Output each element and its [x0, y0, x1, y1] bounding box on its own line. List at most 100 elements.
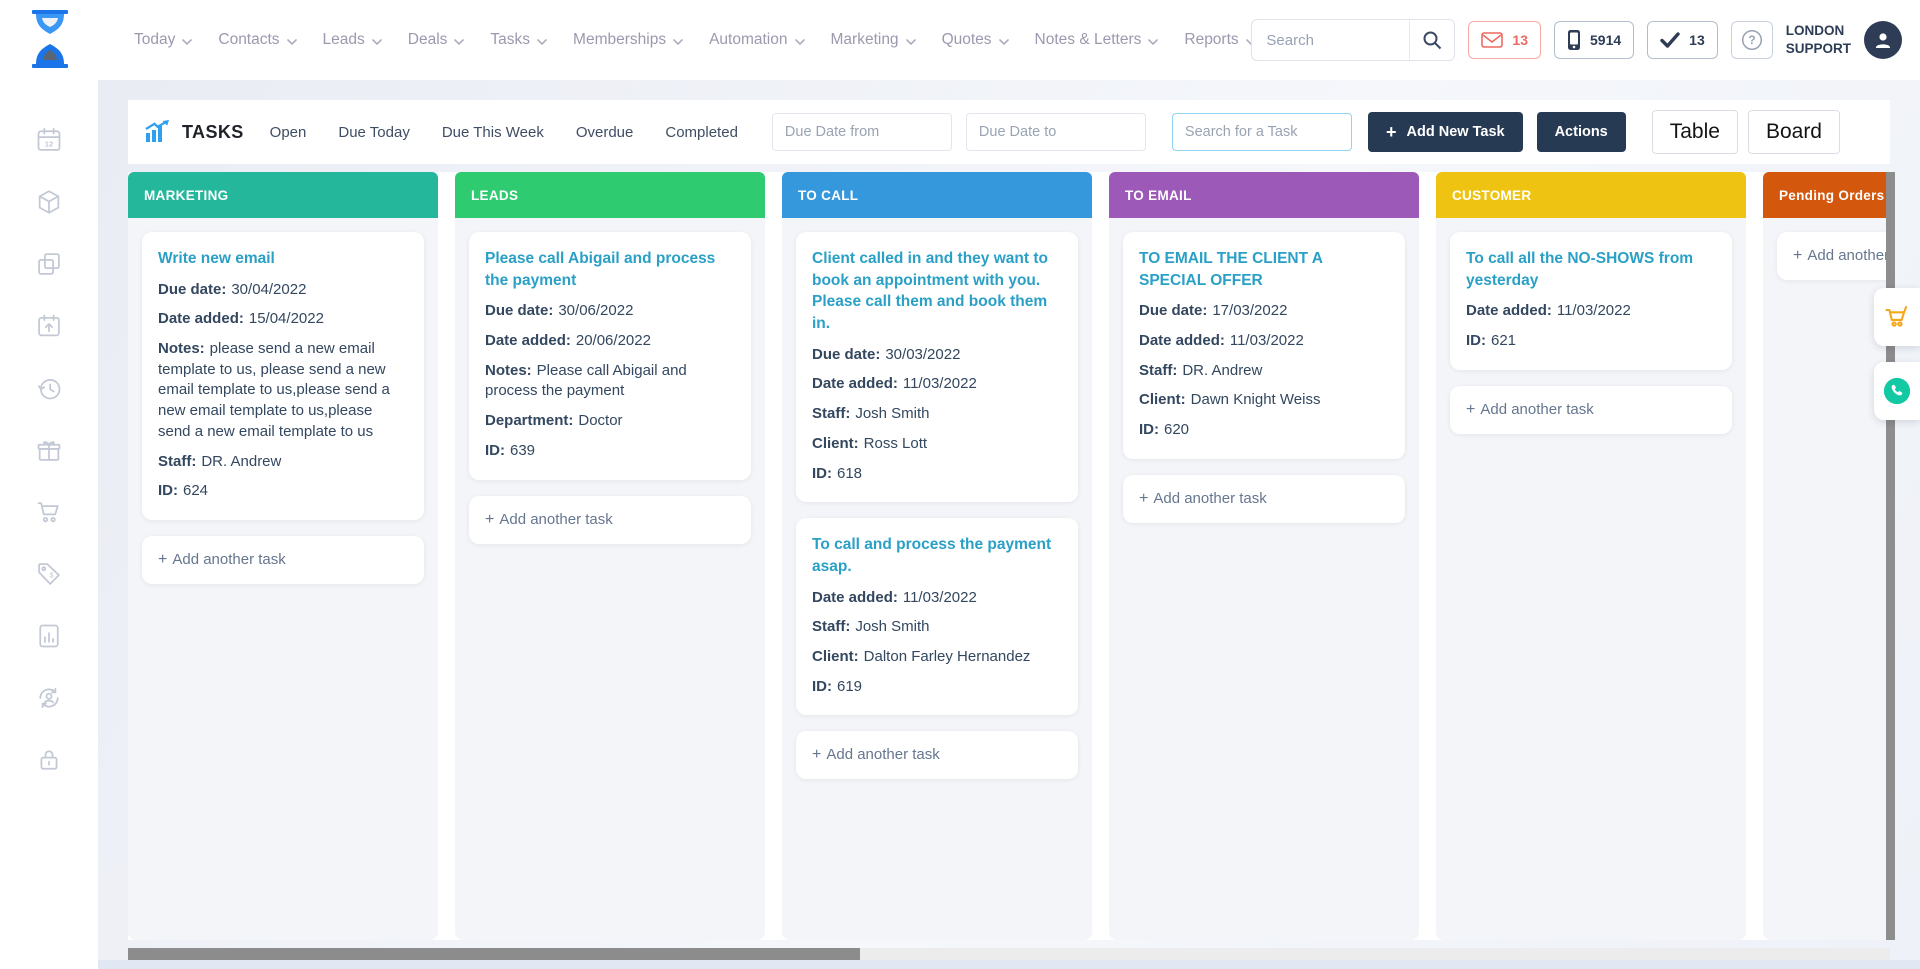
due-date-to-input[interactable]: [966, 113, 1146, 151]
add-task-button[interactable]: +Add another task: [1450, 386, 1732, 434]
bottom-strip: [0, 960, 1920, 969]
tasks-badge[interactable]: 13: [1647, 21, 1718, 59]
plus-icon: +: [1793, 247, 1802, 264]
task-field: Client:Dalton Farley Hernandez: [812, 647, 1062, 668]
header-actions: 13 5914 13 ? LONDON SUPPORT: [1251, 0, 1902, 80]
gift-icon[interactable]: [35, 436, 63, 464]
task-filters: Open Due Today Due This Week Overdue Com…: [270, 124, 738, 141]
filter-due-today[interactable]: Due Today: [338, 124, 409, 141]
orders-cart-icon: [1883, 304, 1911, 330]
column-pending-orders: Pending Orders +Add another task: [1763, 172, 1888, 940]
task-card[interactable]: To call and process the payment asap. Da…: [796, 518, 1078, 715]
task-field: Staff:DR. Andrew: [158, 452, 408, 473]
hourglass-logo-icon[interactable]: [29, 10, 71, 68]
task-title[interactable]: To call and process the payment asap.: [812, 534, 1062, 577]
nav-label: Quotes: [942, 31, 992, 49]
avatar[interactable]: [1864, 21, 1902, 59]
task-card[interactable]: Write new email Due date:30/04/2022 Date…: [142, 232, 424, 520]
filter-overdue[interactable]: Overdue: [576, 124, 634, 141]
filter-due-this-week[interactable]: Due This Week: [442, 124, 544, 141]
due-date-from-input[interactable]: [772, 113, 952, 151]
nav-item-tasks[interactable]: Tasks: [490, 31, 547, 49]
add-task-button[interactable]: +Add another task: [1777, 232, 1888, 280]
whatsapp-button[interactable]: [1874, 362, 1920, 420]
task-field: Client:Dawn Knight Weiss: [1139, 390, 1389, 411]
plus-icon: +: [1139, 490, 1148, 507]
nav-item-deals[interactable]: Deals: [408, 31, 465, 49]
user-name[interactable]: LONDON SUPPORT: [1786, 22, 1851, 57]
task-card[interactable]: TO EMAIL THE CLIENT A SPECIAL OFFER Due …: [1123, 232, 1405, 459]
horizontal-scrollbar-thumb[interactable]: [128, 948, 860, 960]
search-icon[interactable]: [1409, 20, 1454, 60]
horizontal-scrollbar[interactable]: [128, 948, 1890, 960]
nav-item-reports[interactable]: Reports: [1184, 31, 1255, 49]
column-header: MARKETING: [128, 172, 438, 218]
nav-item-today[interactable]: Today: [134, 31, 192, 49]
add-task-button[interactable]: +Add another task: [469, 496, 751, 544]
add-new-task-button[interactable]: + Add New Task: [1368, 112, 1523, 152]
nav-item-leads[interactable]: Leads: [323, 31, 382, 49]
add-task-button[interactable]: +Add another task: [142, 536, 424, 584]
column-header: TO CALL: [782, 172, 1092, 218]
column-header: TO EMAIL: [1109, 172, 1419, 218]
cart-icon[interactable]: [35, 498, 63, 526]
board-view-button[interactable]: Board: [1748, 110, 1840, 154]
calendar-add-icon[interactable]: [35, 312, 63, 340]
column-leads: LEADS Please call Abigail and process th…: [455, 172, 765, 940]
column-header: LEADS: [455, 172, 765, 218]
nav-item-memberships[interactable]: Memberships: [573, 31, 683, 49]
task-title[interactable]: Client called in and they want to book a…: [812, 248, 1062, 335]
task-title[interactable]: To call all the NO-SHOWS from yesterday: [1466, 248, 1716, 291]
column-body: Please call Abigail and process the paym…: [455, 218, 765, 940]
nav-item-quotes[interactable]: Quotes: [942, 31, 1009, 49]
global-search-input[interactable]: [1252, 32, 1409, 49]
task-field: Date added:20/06/2022: [485, 331, 735, 352]
messages-badge[interactable]: 13: [1468, 21, 1541, 59]
filter-open[interactable]: Open: [270, 124, 307, 141]
history-icon[interactable]: [35, 374, 63, 402]
chevron-down-icon: [372, 39, 382, 45]
package-icon[interactable]: [35, 188, 63, 216]
task-title[interactable]: Please call Abigail and process the paym…: [485, 248, 735, 291]
add-task-button[interactable]: +Add another task: [796, 731, 1078, 779]
messages-count: 13: [1512, 32, 1528, 48]
nav-item-automation[interactable]: Automation: [709, 31, 804, 49]
nav-item-marketing[interactable]: Marketing: [831, 31, 916, 49]
column-body: +Add another task: [1763, 218, 1888, 940]
column-body: To call all the NO-SHOWS from yesterday …: [1436, 218, 1746, 940]
table-view-button[interactable]: Table: [1652, 110, 1738, 154]
report-icon[interactable]: [35, 622, 63, 650]
task-card[interactable]: Please call Abigail and process the paym…: [469, 232, 751, 480]
question-icon: ?: [1741, 29, 1763, 51]
lock-icon[interactable]: [35, 746, 63, 774]
copy-icon[interactable]: [35, 250, 63, 278]
main-nav: Today Contacts Leads Deals Tasks Members…: [134, 0, 1314, 80]
plus-icon: +: [1386, 123, 1397, 141]
nav-item-contacts[interactable]: Contacts: [218, 31, 296, 49]
actions-button[interactable]: Actions: [1537, 112, 1626, 152]
nav-label: Deals: [408, 31, 448, 49]
plus-icon: +: [158, 551, 167, 568]
task-field: ID:618: [812, 464, 1062, 485]
help-button[interactable]: ?: [1731, 21, 1773, 59]
calls-badge[interactable]: 5914: [1554, 21, 1634, 59]
task-field: Due date:30/04/2022: [158, 280, 408, 301]
column-body: TO EMAIL THE CLIENT A SPECIAL OFFER Due …: [1109, 218, 1419, 940]
column-header: Pending Orders: [1763, 172, 1888, 218]
task-title[interactable]: Write new email: [158, 248, 408, 270]
column-customer: CUSTOMER To call all the NO-SHOWS from y…: [1436, 172, 1746, 940]
account-refresh-icon[interactable]: [35, 684, 63, 712]
calendar-icon[interactable]: 12: [35, 126, 63, 154]
nav-label: Memberships: [573, 31, 666, 49]
add-task-button[interactable]: +Add another task: [1123, 475, 1405, 523]
filter-completed[interactable]: Completed: [665, 124, 738, 141]
price-tag-icon[interactable]: $: [35, 560, 63, 588]
task-search-input[interactable]: [1172, 113, 1352, 151]
task-field: Due date:17/03/2022: [1139, 301, 1389, 322]
whatsapp-icon: [1882, 376, 1912, 406]
task-card[interactable]: To call all the NO-SHOWS from yesterday …: [1450, 232, 1732, 370]
orders-cart-button[interactable]: [1874, 288, 1920, 346]
task-card[interactable]: Client called in and they want to book a…: [796, 232, 1078, 502]
nav-item-notes-letters[interactable]: Notes & Letters: [1035, 31, 1159, 49]
task-title[interactable]: TO EMAIL THE CLIENT A SPECIAL OFFER: [1139, 248, 1389, 291]
